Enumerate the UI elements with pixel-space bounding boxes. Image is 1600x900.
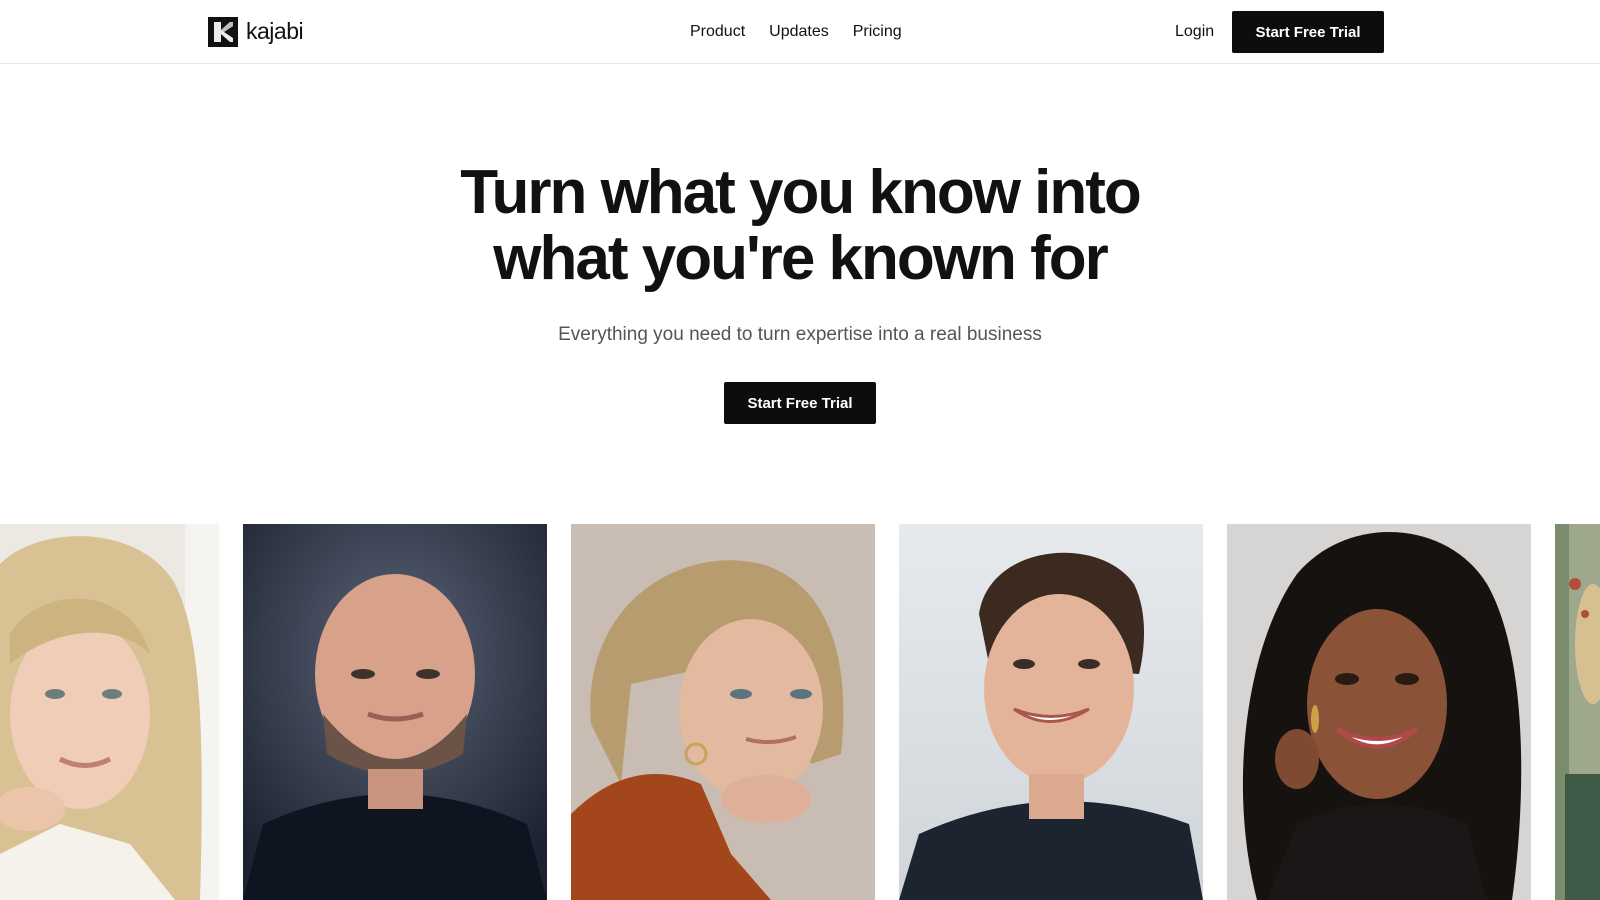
portrait-image xyxy=(899,524,1203,900)
main-nav: Product Updates Pricing xyxy=(690,20,902,44)
creator-photo-4 xyxy=(899,524,1203,900)
creator-photo-2 xyxy=(243,524,547,900)
nav-item-pricing[interactable]: Pricing xyxy=(853,20,902,44)
hero-heading: Turn what you know into what you're know… xyxy=(0,160,1600,292)
creator-photo-6 xyxy=(1555,524,1600,900)
login-link[interactable]: Login xyxy=(1175,20,1214,44)
hero-heading-line-2: what you're known for xyxy=(493,224,1108,293)
hero-start-trial-button[interactable]: Start Free Trial xyxy=(724,382,876,424)
creator-photo-5 xyxy=(1227,524,1531,900)
portrait-image xyxy=(571,524,875,900)
site-header: kajabi Product Updates Pricing Login Sta… xyxy=(0,0,1600,64)
creator-photo-3 xyxy=(571,524,875,900)
creator-photo-1 xyxy=(0,524,219,900)
hero-heading-line-1: Turn what you know into xyxy=(460,158,1142,227)
kajabi-logo[interactable]: kajabi xyxy=(208,16,304,47)
hero-subtitle: Everything you need to turn expertise in… xyxy=(558,324,1042,345)
portrait-image xyxy=(1227,524,1531,900)
nav-item-updates[interactable]: Updates xyxy=(769,20,829,44)
portrait-image xyxy=(243,524,547,900)
portrait-image xyxy=(0,524,219,900)
nav-item-product[interactable]: Product xyxy=(690,20,745,44)
portrait-image xyxy=(1555,524,1600,900)
logo-wordmark: kajabi xyxy=(246,18,304,44)
header-start-trial-button[interactable]: Start Free Trial xyxy=(1232,11,1384,53)
kajabi-logo-icon xyxy=(208,16,238,47)
